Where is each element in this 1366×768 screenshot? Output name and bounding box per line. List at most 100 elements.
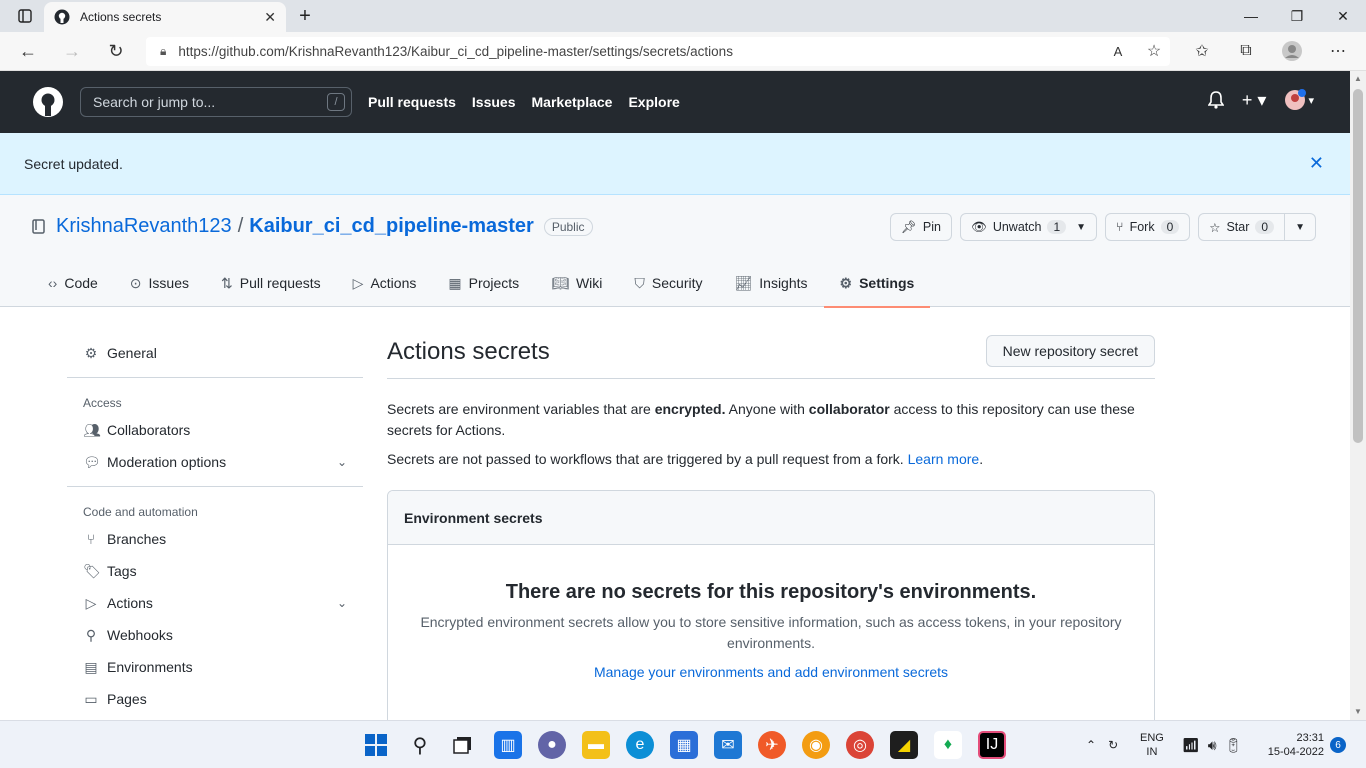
sidebar-item-pages[interactable]: ▭ Pages (67, 683, 363, 715)
sidebar-item-general[interactable]: ⚙ General (67, 337, 363, 369)
scroll-thumb[interactable] (1353, 89, 1363, 443)
nav-issues[interactable]: Issues (472, 94, 516, 110)
tab-projects[interactable]: ▦ Projects (432, 259, 535, 307)
file-explorer-icon[interactable]: ▬ (582, 731, 610, 759)
blankslate-description: Encrypted environment secrets allow you … (420, 614, 1122, 651)
sidebar-item-tags[interactable]: 🏷︎ Tags (67, 555, 363, 587)
learn-more-link[interactable]: Learn more (908, 451, 980, 467)
chat-icon[interactable]: ● (538, 731, 566, 759)
task-view-icon[interactable] (450, 731, 478, 759)
flash-close-icon[interactable]: ✕ (1309, 153, 1324, 174)
edge-icon[interactable]: e (626, 731, 654, 759)
unwatch-label: Unwatch (992, 220, 1042, 234)
maximize-icon[interactable]: ❐ (1274, 0, 1320, 32)
branch-icon: ⑂ (86, 531, 96, 547)
tab-close-icon[interactable]: ✕ (264, 9, 276, 26)
create-new-icon[interactable]: + ▾ (1242, 90, 1267, 111)
clock[interactable]: 23:31 15-04-2022 (1262, 721, 1324, 768)
unwatch-button[interactable]: 👁︎ Unwatch 1 ▼ (959, 213, 1098, 241)
pin-button[interactable]: 📌︎ Pin (889, 213, 952, 241)
flash-message: Secret updated. (24, 155, 123, 172)
chevron-down-icon: ▼ (1295, 221, 1305, 233)
tab-security[interactable]: ⛉ Security (618, 259, 718, 307)
store-icon[interactable]: ▦ (670, 731, 698, 759)
back-icon[interactable]: ← (12, 36, 44, 66)
windows-start-icon[interactable] (362, 731, 390, 759)
browser-tab[interactable]: Actions secrets ✕ (44, 2, 286, 32)
fork-note: Secrets are not passed to workflows that… (387, 451, 1155, 467)
sidebar-item-label: Tags (107, 563, 137, 579)
postman-icon[interactable]: ✈ (758, 731, 786, 759)
mail-icon[interactable]: ✉ (714, 731, 742, 759)
refresh-icon[interactable]: ↻ (100, 36, 132, 66)
intellij-icon[interactable]: IJ (978, 731, 1006, 759)
blankslate-title: There are no secrets for this repository… (505, 581, 1037, 603)
new-tab-icon[interactable]: + (282, 0, 328, 32)
manage-environments-link[interactable]: Manage your environments and add environ… (388, 664, 1154, 680)
sidebar-item-webhooks[interactable]: ⚲ Webhooks (67, 619, 363, 651)
url-bar[interactable]: 🔒︎ https://github.com/KrishnaRevanth123/… (146, 37, 1170, 66)
search-icon[interactable]: ⚲ (406, 731, 434, 759)
repo-owner-link[interactable]: KrishnaRevanth123 (56, 215, 232, 238)
pull-request-icon: ⇅ (221, 274, 233, 291)
github-logo-icon[interactable] (32, 86, 64, 118)
shield-icon: ⛉ (634, 274, 645, 291)
close-window-icon[interactable]: ✕ (1320, 0, 1366, 32)
scroll-up-icon[interactable]: ▲ (1350, 71, 1366, 87)
forward-icon[interactable]: → (56, 36, 88, 66)
star-list-dropdown[interactable]: ▼ (1285, 213, 1316, 241)
chevron-up-icon[interactable]: ⌃ (1086, 738, 1096, 752)
graph-icon: 📈︎ (734, 274, 753, 291)
sidebar-item-environments[interactable]: ▤ Environments (67, 651, 363, 683)
github-header: Search or jump to... / Pull requests Iss… (0, 71, 1350, 133)
tab-actions[interactable]: ▷ Actions (337, 259, 433, 307)
favorites-icon[interactable]: ✩ (1186, 36, 1218, 66)
sidebar-item-actions[interactable]: ▷ Actions ⌄ (67, 587, 363, 619)
widgets-icon[interactable]: ▥ (494, 731, 522, 759)
nav-marketplace[interactable]: Marketplace (532, 94, 613, 110)
wifi-icon[interactable]: 📶︎ (1182, 737, 1200, 754)
profile-icon[interactable] (1276, 36, 1308, 66)
bell-icon[interactable] (1207, 91, 1224, 109)
read-aloud-icon[interactable]: A (1102, 36, 1134, 66)
sidebar-item-collaborators[interactable]: 👥︎ Collaborators (67, 414, 363, 446)
tab-insights[interactable]: 📈︎ Insights (718, 259, 823, 307)
nav-pull-requests[interactable]: Pull requests (368, 94, 456, 110)
sidebar-item-moderation[interactable]: 💬︎ Moderation options ⌄ (67, 446, 363, 478)
secrets-description: Secrets are environment variables that a… (387, 399, 1155, 441)
volume-icon[interactable]: 🔊︎ (1208, 737, 1217, 754)
tab-code[interactable]: ‹› Code (32, 259, 114, 307)
tab-pull-requests[interactable]: ⇅ Pull requests (205, 259, 337, 307)
scroll-down-icon[interactable]: ▼ (1350, 704, 1366, 720)
tab-wiki[interactable]: 📖︎ Wiki (535, 259, 618, 307)
notification-center[interactable]: 6 (1330, 721, 1346, 768)
tab-issues[interactable]: ⊙ Issues (114, 259, 205, 307)
fork-button[interactable]: ⑂ Fork 0 (1105, 213, 1191, 241)
app-icon[interactable]: ◉ (802, 731, 830, 759)
tab-actions-icon[interactable] (2, 0, 48, 32)
new-repository-secret-button[interactable]: New repository secret (985, 335, 1155, 367)
star-button[interactable]: ☆ Star 0 (1198, 213, 1286, 241)
sidebar-item-label: General (107, 345, 157, 361)
minimize-icon[interactable]: — (1228, 0, 1274, 32)
sync-icon[interactable]: ↻ (1108, 738, 1118, 752)
tab-label: Settings (859, 275, 915, 291)
server-icon: ▤ (84, 658, 98, 675)
add-favorite-icon[interactable]: ☆ (1138, 36, 1170, 66)
search-input[interactable]: Search or jump to... / (80, 87, 352, 117)
star-counter: 0 (1255, 220, 1275, 234)
more-menu-icon[interactable]: ⋯ (1322, 36, 1354, 66)
chrome-icon[interactable]: ◎ (846, 731, 874, 759)
mongodb-icon[interactable]: ♦ (934, 731, 962, 759)
language-indicator[interactable]: ENG IN (1140, 721, 1164, 768)
page-scrollbar[interactable]: ▲ ▼ (1350, 71, 1366, 720)
battery-icon[interactable]: 🔋︎ (1225, 737, 1243, 754)
tab-settings[interactable]: ⚙ Settings (823, 259, 931, 308)
sidebar-item-branches[interactable]: ⑂ Branches (67, 523, 363, 555)
repo-name-link[interactable]: Kaibur_ci_cd_pipeline-master (249, 215, 534, 238)
repo-actions: 📌︎ Pin 👁︎ Unwatch 1 ▼ ⑂ Fork 0 ☆ Star 0 … (889, 213, 1316, 241)
notepad-icon[interactable]: ◢ (890, 731, 918, 759)
avatar[interactable]: ▾ (1284, 89, 1314, 111)
nav-explore[interactable]: Explore (628, 94, 679, 110)
collections-icon[interactable]: ⧉ (1230, 36, 1262, 66)
